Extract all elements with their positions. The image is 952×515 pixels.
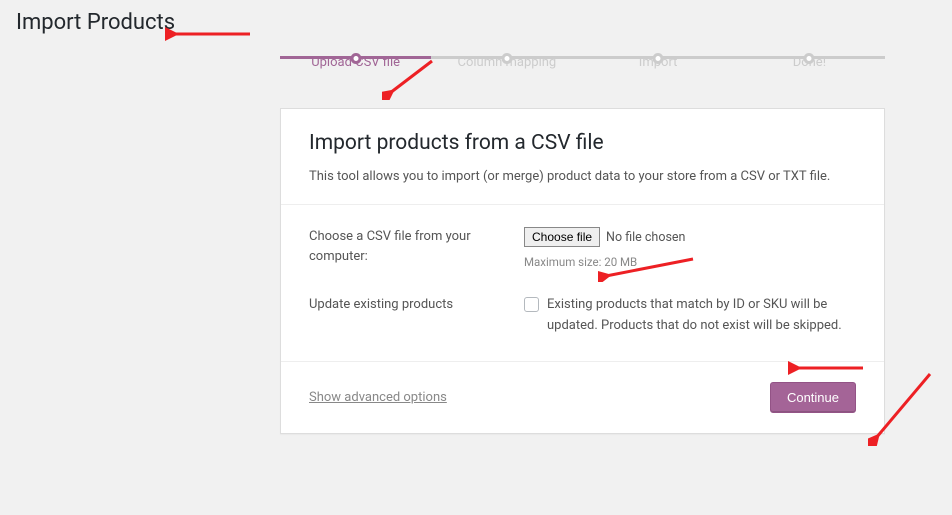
step-dot — [350, 53, 361, 64]
max-size-hint: Maximum size: 20 MB — [524, 255, 856, 269]
step-dot — [653, 53, 664, 64]
card-description: This tool allows you to import (or merge… — [309, 169, 856, 184]
show-advanced-link[interactable]: Show advanced options — [309, 390, 447, 405]
import-card: Import products from a CSV file This too… — [280, 108, 885, 434]
continue-button[interactable]: Continue — [770, 382, 856, 413]
update-existing-description: Existing products that match by ID or SK… — [547, 295, 856, 337]
card-title: Import products from a CSV file — [309, 131, 856, 155]
step-import: Import — [583, 55, 734, 80]
page-title: Import Products — [0, 0, 952, 55]
step-dot — [804, 53, 815, 64]
update-existing-label: Update existing products — [309, 295, 524, 315]
step-done: Done! — [734, 55, 885, 80]
step-mapping: Column mapping — [431, 55, 582, 80]
step-dot — [501, 53, 512, 64]
step-upload: Upload CSV file — [280, 55, 431, 80]
choose-file-label: Choose a CSV file from your computer: — [309, 227, 524, 266]
update-existing-checkbox[interactable] — [524, 297, 539, 312]
steps-nav: Upload CSV file Column mapping Import Do… — [280, 55, 885, 108]
choose-file-button[interactable]: Choose file — [524, 227, 600, 247]
file-status: No file chosen — [606, 230, 685, 245]
